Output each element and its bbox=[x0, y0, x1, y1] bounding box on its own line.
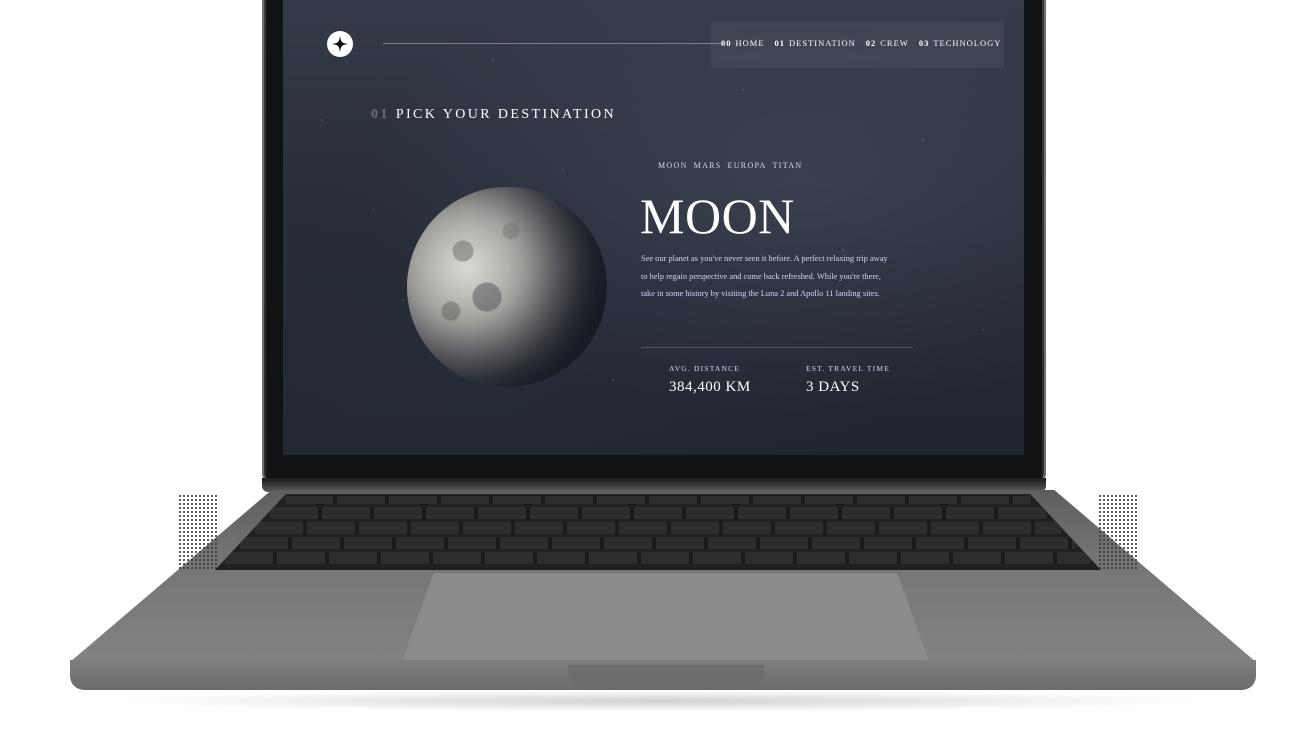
main-nav: 00 HOME 01 DESTINATION 02 CREW 03 TECHNO… bbox=[721, 38, 1001, 48]
keyboard-row bbox=[285, 496, 1031, 504]
keyboard-row bbox=[240, 537, 1076, 549]
lid-notch bbox=[568, 665, 764, 685]
nav-item-number: 01 bbox=[774, 38, 786, 48]
moon-image bbox=[407, 187, 607, 387]
keyboard-row bbox=[225, 552, 1091, 564]
page-heading-text: PICK YOUR DESTINATION bbox=[395, 107, 617, 122]
laptop-shadow bbox=[110, 690, 1210, 712]
nav-item-number: 00 bbox=[721, 38, 732, 48]
destination-description: See our planet as you've never seen it b… bbox=[641, 254, 888, 298]
nav-item-label: DESTINATION bbox=[789, 38, 856, 48]
keyboard bbox=[215, 494, 1101, 570]
nav-item-destination[interactable]: 01 DESTINATION bbox=[775, 38, 856, 48]
tab-moon[interactable]: MOON bbox=[658, 161, 688, 170]
nav-item-label: HOME bbox=[735, 38, 765, 48]
nav-item-home[interactable]: 00 HOME bbox=[721, 38, 765, 48]
nav-item-label: CREW bbox=[880, 38, 909, 48]
speaker-grille-left bbox=[178, 494, 218, 570]
nav-divider-line bbox=[383, 43, 723, 44]
page-heading: 01 PICK YOUR DESTINATION bbox=[371, 107, 616, 123]
page-heading-number: 01 bbox=[371, 107, 390, 122]
nav-item-number: 02 bbox=[865, 38, 877, 48]
distance-value: 384,400 KM bbox=[669, 379, 751, 395]
nav-item-number: 03 bbox=[918, 38, 930, 48]
distance-label: AVG. DISTANCE bbox=[669, 364, 741, 373]
speaker-grille-right bbox=[1098, 494, 1138, 570]
destination-title: MOON bbox=[640, 188, 795, 244]
laptop-mockup: 00 HOME 01 DESTINATION 02 CREW 03 TECHNO… bbox=[0, 0, 1316, 747]
travel-time-value: 3 DAYS bbox=[806, 379, 860, 395]
tab-europa[interactable]: EUROPA bbox=[728, 161, 767, 170]
tab-titan[interactable]: TITAN bbox=[773, 161, 803, 170]
stats-divider bbox=[641, 347, 913, 348]
nav-item-label: TECHNOLOGY bbox=[933, 38, 1002, 48]
destination-tabs: MOON MARS EUROPA TITAN bbox=[658, 161, 802, 170]
keyboard-row bbox=[270, 507, 1046, 519]
trackpad bbox=[402, 573, 929, 661]
tab-mars[interactable]: MARS bbox=[694, 161, 722, 170]
keyboard-row bbox=[255, 522, 1061, 534]
laptop-hinge bbox=[262, 478, 1046, 492]
nav-item-crew[interactable]: 02 CREW bbox=[866, 38, 909, 48]
website-screen: 00 HOME 01 DESTINATION 02 CREW 03 TECHNO… bbox=[283, 0, 1024, 455]
travel-time-label: EST. TRAVEL TIME bbox=[806, 364, 890, 373]
logo-star-icon[interactable] bbox=[327, 31, 353, 57]
nav-item-technology[interactable]: 03 TECHNOLOGY bbox=[919, 38, 1002, 48]
